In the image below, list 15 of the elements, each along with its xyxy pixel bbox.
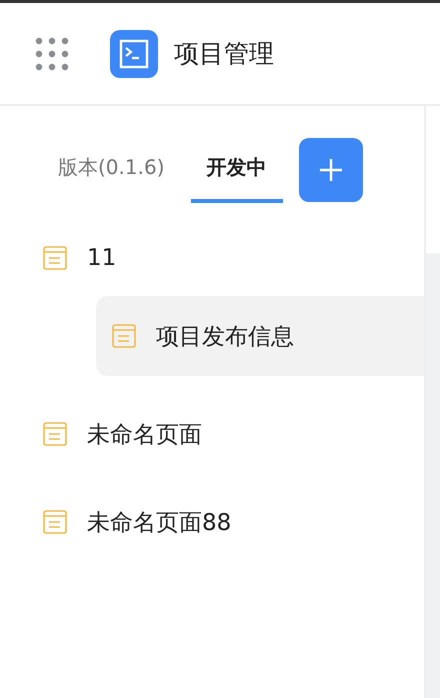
page-icon [43,246,67,270]
tree-item[interactable]: 未命名页面 [0,406,424,462]
page-icon [112,324,136,348]
add-button[interactable] [298,138,362,202]
page-icon [43,510,67,534]
tree-item[interactable]: 项目发布信息 [96,296,424,376]
tree-item[interactable]: 未命名页面88 [0,494,424,550]
terminal-icon [110,30,158,78]
tree-item[interactable]: 11 [0,230,424,286]
apps-grid-icon[interactable] [35,36,69,70]
tab[interactable]: 版本(0.1.6) [48,138,174,203]
app-title: 项目管理 [174,38,274,70]
plus-icon [318,157,344,183]
page-icon [43,422,67,446]
tab[interactable]: 开发中 [190,138,282,203]
